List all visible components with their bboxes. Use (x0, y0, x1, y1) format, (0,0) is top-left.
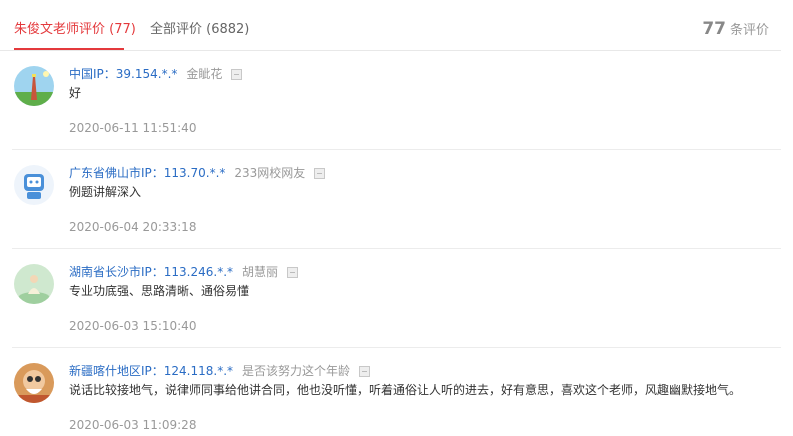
report-icon[interactable] (287, 266, 299, 278)
reviewer-ip: 广东省佛山市IP：113.70.*.* (69, 166, 226, 180)
review-time: 2020-06-03 11:09:28 (69, 418, 197, 432)
reviewer-ip: 新疆喀什地区IP：124.118.*.* (69, 364, 234, 378)
tab-teacher-reviews[interactable]: 朱俊文老师评价 (77) (14, 22, 136, 38)
report-icon[interactable] (231, 68, 243, 80)
total-review-count: 77 条评价 (702, 19, 769, 39)
review-content: 好 (69, 86, 82, 100)
review-content: 例题讲解深入 (69, 185, 142, 199)
review-item: 新疆喀什地区IP：124.118.*.* 是否该努力这个年龄 说话比较接地气，说… (12, 363, 781, 436)
lighthouse-avatar (14, 66, 54, 106)
review-item: 中国IP：39.154.*.* 金眦花 好 2020-06-11 11:51:4… (12, 66, 781, 150)
review-time: 2020-06-03 15:10:40 (69, 319, 197, 333)
report-icon[interactable] (314, 167, 326, 179)
review-divider (12, 248, 781, 249)
reviewer-ip: 湖南省长沙市IP：113.246.*.* (69, 265, 234, 279)
review-meta: 广东省佛山市IP：113.70.*.* 233网校网友 (69, 166, 326, 180)
report-icon[interactable] (359, 365, 371, 377)
review-content: 说话比较接地气，说律师同事给他讲合同，他也没听懂，听着通俗让人听的进去，好有意思… (69, 383, 742, 397)
reviewer-name: 233网校网友 (234, 166, 306, 180)
review-meta: 中国IP：39.154.*.* 金眦花 (69, 67, 243, 81)
reviewer-name: 胡慧丽 (242, 265, 279, 279)
robot-avatar (14, 165, 54, 205)
reviewer-name: 是否该努力这个年龄 (242, 364, 351, 378)
total-count-suffix: 条评价 (729, 23, 769, 38)
reviewer-name: 金眦花 (186, 67, 223, 81)
review-meta: 新疆喀什地区IP：124.118.*.* 是否该努力这个年龄 (69, 364, 371, 378)
review-time: 2020-06-04 20:33:18 (69, 220, 197, 234)
review-content: 专业功底强、思路清晰、通俗易懂 (69, 284, 250, 298)
sitting-person-avatar (14, 264, 54, 304)
review-meta: 湖南省长沙市IP：113.246.*.* 胡慧丽 (69, 265, 299, 279)
review-divider (12, 347, 781, 348)
review-item: 湖南省长沙市IP：113.246.*.* 胡慧丽 专业功底强、思路清晰、通俗易懂… (12, 264, 781, 348)
tab-all-reviews[interactable]: 全部评价 (6882) (150, 22, 249, 38)
review-divider (12, 149, 781, 150)
reviewer-ip: 中国IP：39.154.*.* (69, 67, 178, 81)
review-tabs-bar: 朱俊文老师评价 (77) 全部评价 (6882) 77 条评价 (0, 0, 781, 51)
review-item: 广东省佛山市IP：113.70.*.* 233网校网友 例题讲解深入 2020-… (12, 165, 781, 249)
active-tab-underline (14, 48, 124, 50)
review-time: 2020-06-11 11:51:40 (69, 121, 197, 135)
cartoon-character-avatar (14, 363, 54, 403)
total-count-number: 77 (702, 19, 726, 39)
